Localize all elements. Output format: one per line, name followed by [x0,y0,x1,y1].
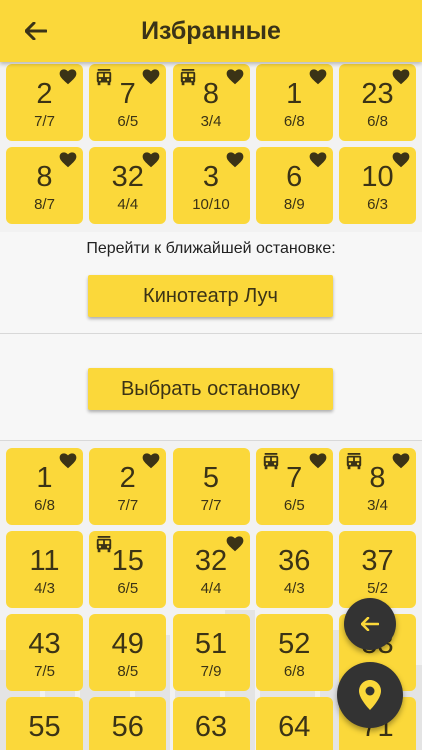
route-number: 63 [194,711,228,743]
route-tile[interactable]: 56 [89,697,167,750]
route-number: 6 [286,161,303,193]
route-tile[interactable]: 32 4/4 [172,531,250,608]
route-arrival-count: 8/9 [283,196,305,213]
route-tile[interactable]: 1 6/8 [6,448,83,525]
app-bar: Избранные [0,0,422,62]
route-tile[interactable]: 43 7/5 [6,614,83,691]
route-tile[interactable]: 37 5/2 [339,531,416,608]
nearest-stop-button[interactable]: Кинотеатр Луч [88,275,333,317]
route-number: 36 [278,545,311,577]
route-arrival-count: 8/7 [34,196,55,213]
choose-stop-section: Выбрать остановку [0,333,422,441]
route-tile[interactable]: 6 8/9 [255,147,333,224]
route-tile[interactable]: 49 8/5 [89,614,167,691]
location-fab-button[interactable] [337,662,403,728]
route-number: 43 [28,628,61,660]
route-number: 8 [36,161,53,193]
route-tile[interactable]: 8 8/7 [6,147,83,224]
nearest-stop-label: Перейти к ближайшей остановке: [86,240,336,257]
arrow-left-icon [361,617,379,631]
route-number: 51 [194,628,228,660]
nearest-stop-section: Перейти к ближайшей остановке: Кинотеатр… [0,232,422,333]
route-tile[interactable]: 64 [255,697,333,750]
route-number: 32 [194,545,228,577]
route-arrival-count: 6/8 [283,113,305,130]
route-tile[interactable]: 11 4/3 [6,531,83,608]
route-arrival-count: 7/7 [117,497,139,514]
route-arrival-count: 5/2 [367,580,388,597]
route-tile[interactable]: 7 6/5 [89,64,167,141]
route-arrival-count: 6/5 [283,497,305,514]
route-number: 1 [36,462,53,494]
route-arrival-count: 7/7 [34,113,55,130]
route-arrival-count: 8/5 [117,663,139,680]
route-arrival-count: 3/4 [367,497,388,514]
route-number: 37 [361,545,394,577]
route-tile[interactable]: 2 7/7 [6,64,83,141]
route-arrival-count: 4/4 [200,580,222,597]
location-pin-icon [359,680,381,710]
route-number: 49 [111,628,144,660]
route-number: 11 [29,545,60,577]
route-number: 3 [202,161,220,193]
route-number: 55 [28,711,61,743]
route-tile[interactable]: 1 6/8 [255,64,333,141]
back-fab-button[interactable] [344,598,396,650]
route-tile[interactable]: 10 6/3 [339,147,416,224]
route-arrival-count: 10/10 [192,196,230,213]
route-tile[interactable]: 5 7/7 [172,448,250,525]
route-number: 8 [369,462,386,494]
route-arrival-count: 4/4 [117,196,139,213]
route-number: 7 [286,462,303,494]
route-number: 2 [36,78,53,110]
route-arrival-count: 4/3 [283,580,305,597]
route-arrival-count: 6/8 [283,663,305,680]
route-arrival-count: 6/5 [117,580,139,597]
route-tile[interactable]: 52 6/8 [255,614,333,691]
route-arrival-count: 7/5 [34,663,55,680]
route-arrival-count: 4/3 [34,580,55,597]
route-number: 7 [119,78,136,110]
route-number: 64 [278,711,311,743]
route-tile[interactable]: 15 6/5 [89,531,167,608]
route-tile[interactable]: 63 [172,697,250,750]
route-tile[interactable]: 55 [6,697,83,750]
route-number: 15 [111,545,144,577]
route-arrival-count: 6/3 [367,196,388,213]
favorites-grid: 2 7/7 7 6/5 8 3/4 1 6/8 23 6/8 8 8/7 32 4/4 3 10/10 6 8/9… [6,64,416,224]
route-tile[interactable]: 51 7/9 [172,614,250,691]
route-number: 10 [361,161,394,193]
route-number: 32 [111,161,144,193]
route-tile[interactable]: 7 6/5 [255,448,333,525]
route-tile[interactable]: 23 6/8 [339,64,416,141]
route-number: 5 [202,462,220,494]
route-arrival-count: 6/8 [34,497,55,514]
route-arrival-count: 3/4 [200,113,222,130]
route-arrival-count: 6/5 [117,113,139,130]
page-title: Избранные [141,17,281,45]
route-tile[interactable]: 32 4/4 [89,147,167,224]
route-tile[interactable]: 8 3/4 [339,448,416,525]
route-arrival-count: 7/9 [200,663,222,680]
route-tile[interactable]: 36 4/3 [255,531,333,608]
route-number: 56 [111,711,144,743]
route-number: 23 [361,78,394,110]
route-arrival-count: 7/7 [200,497,222,514]
route-tile[interactable]: 2 7/7 [89,448,167,525]
route-number: 8 [202,78,220,110]
route-number: 1 [286,78,303,110]
route-tile[interactable]: 3 10/10 [172,147,250,224]
route-tile[interactable]: 8 3/4 [172,64,250,141]
route-number: 52 [278,628,311,660]
route-arrival-count: 6/8 [367,113,388,130]
route-number: 2 [119,462,136,494]
choose-stop-button[interactable]: Выбрать остановку [88,368,333,410]
